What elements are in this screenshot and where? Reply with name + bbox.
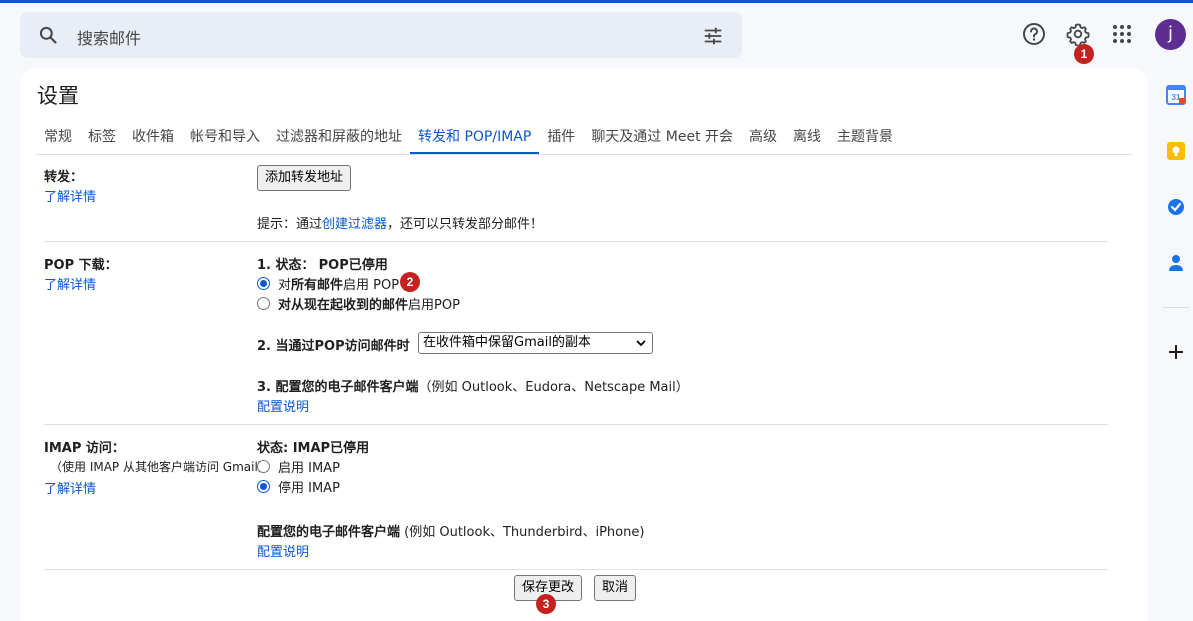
imap-disable-label[interactable]: 停用 IMAP [278,477,340,496]
forwarding-label: 转发： [44,170,84,185]
imap-config-instructions-link[interactable]: 配置说明 [257,541,309,560]
step-badge-2: 2 [400,272,420,292]
pop-learn-more-link[interactable]: 了解详情 [44,274,96,293]
create-filter-link[interactable]: 创建过滤器 [322,217,387,232]
pop-access-select[interactable]: 在收件箱中保留Gmail的副本 [418,332,653,354]
chevron-down-icon [636,340,646,347]
pop-all-mail-bold: 所有邮件 [291,278,344,293]
page-title: 设置 [37,84,79,108]
imap-config: 配置您的电子邮件客户端 (例如 Outlook、Thunderbird、iPho… [257,521,644,540]
forwarding-tip: 提示：通过创建过滤器，还可以只转发部分邮件！ [257,213,543,232]
pop-all-mail-label[interactable]: 对所有邮件启用 POP [278,274,399,293]
settings-card: 设置 常规 标签 收件箱 帐号和导入 过滤器和屏蔽的地址 转发和 POP/IMA… [20,68,1148,621]
imap-status-text: 状态: IMAP已停用 [257,441,370,456]
add-forwarding-address-button[interactable]: 添加转发地址 [257,165,352,191]
forwarding-learn-more-link[interactable]: 了解详情 [44,186,96,205]
search-bar[interactable]: 搜索邮件 [20,12,742,58]
step-badge-3: 3 [536,594,556,614]
section-divider [44,569,1108,570]
imap-sub-label: （使用 IMAP 从其他客户端访问 Gmail） [50,460,270,474]
tab-forwarding-pop-imap[interactable]: 转发和 POP/IMAP [410,118,540,155]
pop-access-select-value: 在收件箱中保留Gmail的副本 [423,335,591,350]
tab-filters[interactable]: 过滤器和屏蔽的地址 [268,118,410,155]
tab-offline[interactable]: 离线 [785,118,829,155]
tab-themes[interactable]: 主题背景 [829,118,901,155]
tabs-divider [36,154,1132,155]
pop-all-mail-pre: 对 [278,278,292,293]
pop-from-now-bold: 对从现在起收到的邮件 [278,298,409,313]
tab-chat-meet[interactable]: 聊天及通过 Meet 开会 [583,118,741,155]
imap-enable-radio[interactable] [257,460,270,473]
pop-label: POP 下载： [44,258,118,273]
pop-status-prefix: 1. 状态： [257,258,315,273]
imap-label: IMAP 访问： [44,441,125,456]
search-options-icon[interactable] [702,25,724,47]
pop-config-note: （例如 Outlook、Eudora、Netscape Mail） [418,380,689,395]
tab-general[interactable]: 常规 [36,118,80,155]
contacts-icon[interactable] [1166,253,1186,273]
tasks-icon[interactable] [1166,197,1186,217]
section-divider [44,424,1108,425]
pop-access-label: 2. 当通过POP访问邮件时 [257,335,410,354]
tab-inbox[interactable]: 收件箱 [124,118,182,155]
tab-addons[interactable]: 插件 [539,118,583,155]
imap-learn-more-link[interactable]: 了解详情 [44,478,96,497]
tab-accounts[interactable]: 帐号和导入 [182,118,268,155]
imap-status: 状态: IMAP已停用 [257,437,369,456]
imap-disable-radio[interactable] [257,480,270,493]
pop-config: 3. 配置您的电子邮件客户端（例如 Outlook、Eudora、Netscap… [257,376,689,395]
top-accent-line [0,0,1193,3]
imap-config-note: (例如 Outlook、Thunderbird、iPhone) [400,525,645,540]
pop-from-now-radio[interactable] [257,297,270,310]
pop-from-now-label[interactable]: 对从现在起收到的邮件启用POP [278,294,460,313]
settings-tabs: 常规 标签 收件箱 帐号和导入 过滤器和屏蔽的地址 转发和 POP/IMAP 插… [36,118,901,155]
side-panel-divider [1163,307,1189,308]
account-avatar[interactable]: j [1155,19,1186,50]
keep-icon[interactable] [1166,141,1186,161]
add-addon-icon[interactable] [1166,342,1186,362]
calendar-icon[interactable]: 31 [1166,85,1186,105]
imap-enable-label[interactable]: 启用 IMAP [278,457,340,476]
tab-advanced[interactable]: 高级 [741,118,785,155]
pop-all-mail-post: 启用 POP [343,278,400,293]
svg-text:31: 31 [1172,93,1181,102]
pop-config-instructions-link[interactable]: 配置说明 [257,396,309,415]
search-icon[interactable] [38,25,58,45]
pop-status-value: POP已停用 [318,258,388,273]
section-divider [44,241,1108,242]
pop-from-now-post: 启用POP [408,298,460,313]
pop-access-text: 2. 当通过POP访问邮件时 [257,339,410,354]
tab-labels[interactable]: 标签 [80,118,124,155]
pop-config-bold: 3. 配置您的电子邮件客户端 [257,380,419,395]
pop-all-mail-radio[interactable] [257,277,270,290]
help-icon[interactable] [1022,22,1046,46]
imap-config-bold: 配置您的电子邮件客户端 [257,525,401,540]
gear-icon[interactable] [1066,22,1090,46]
forwarding-tip-prefix: 提示：通过 [257,217,323,232]
forwarding-tip-suffix: ，还可以只转发部分邮件！ [387,217,544,232]
pop-status: 1. 状态： POP已停用 [257,254,388,273]
cancel-button[interactable]: 取消 [594,575,637,601]
step-badge-1: 1 [1074,44,1094,64]
apps-grid-icon[interactable] [1110,22,1134,46]
search-input[interactable]: 搜索邮件 [77,25,141,49]
